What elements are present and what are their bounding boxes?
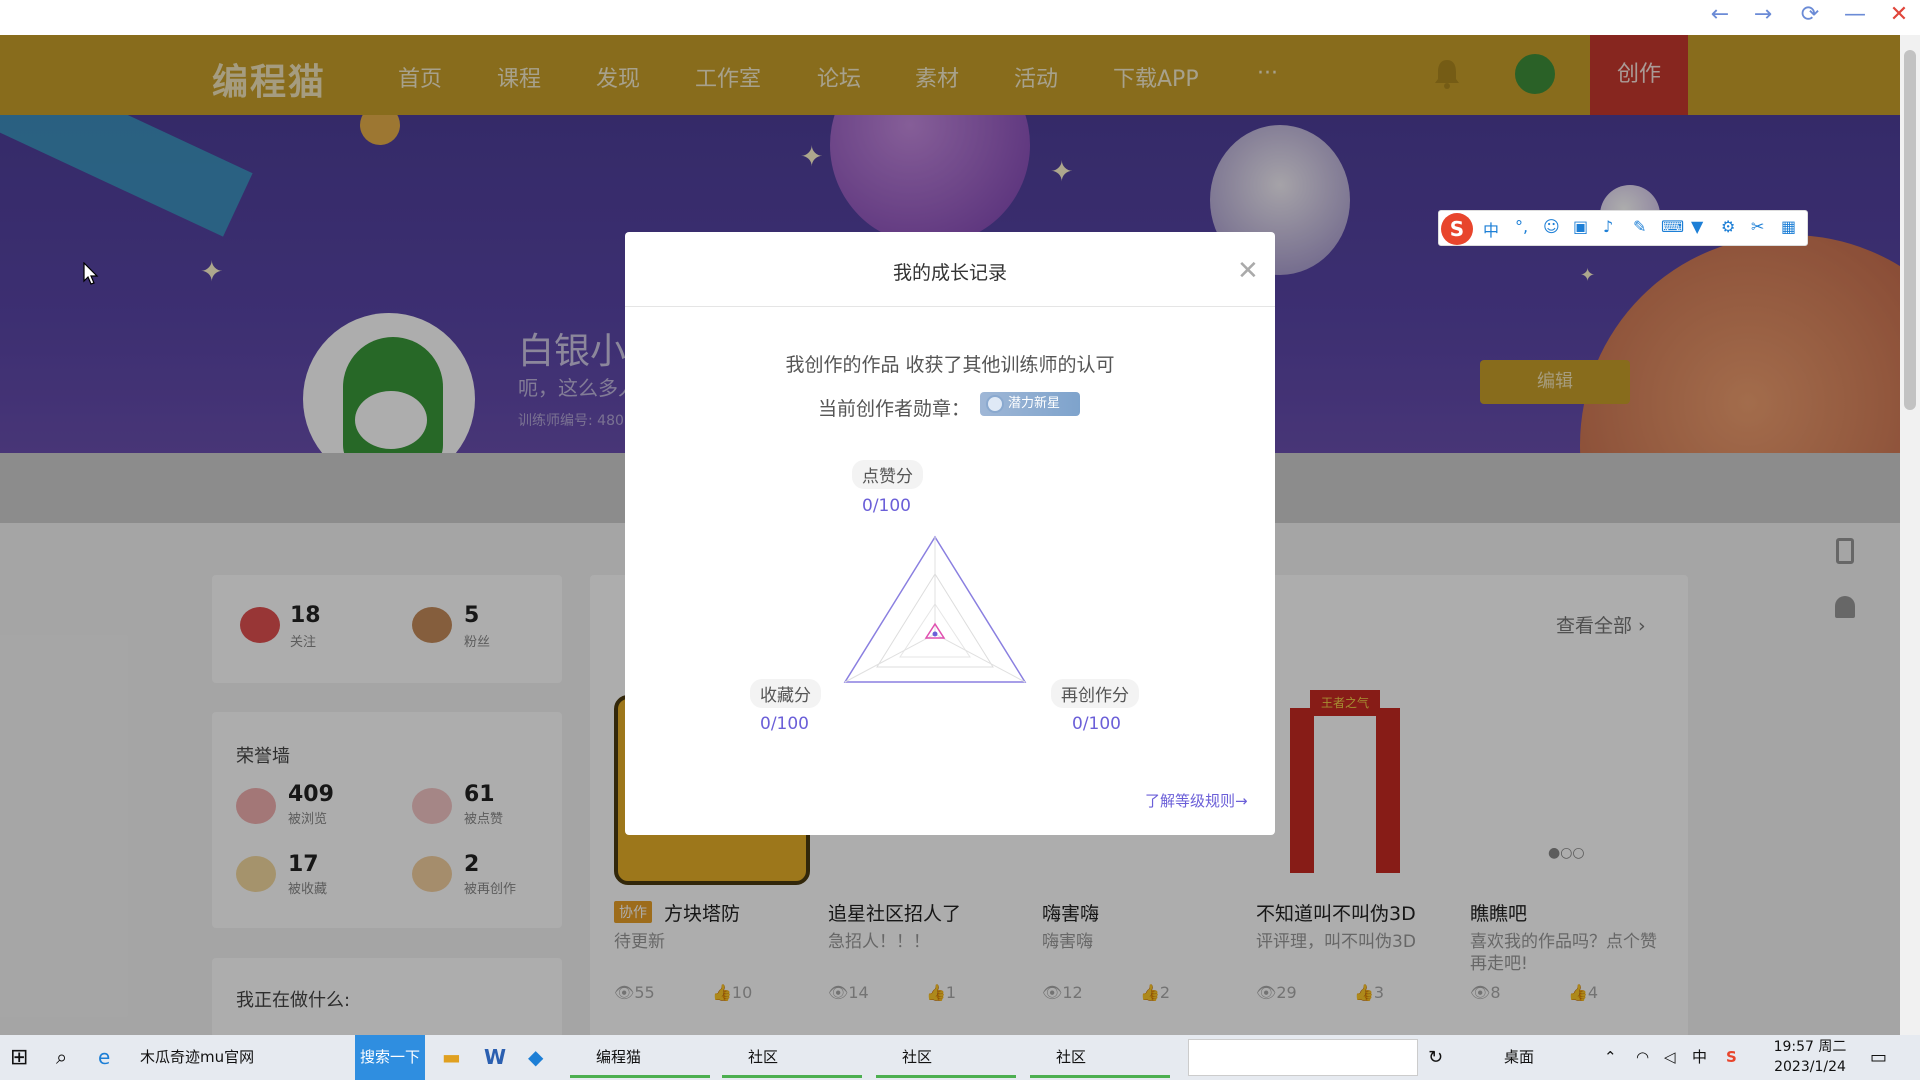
taskbar-app-label: 社区 xyxy=(902,1048,933,1066)
skin-icon[interactable]: ▼ xyxy=(1691,217,1703,236)
likes-score-value: 0/100 xyxy=(862,496,911,516)
volume-icon[interactable]: ◁ xyxy=(1664,1035,1676,1080)
radar-axis xyxy=(934,633,1026,683)
modal-divider xyxy=(625,306,1275,307)
active-indicator xyxy=(876,1075,1016,1078)
taskbar-app-codemao[interactable]: 编程猫 xyxy=(570,1035,710,1080)
taskbar-search-button[interactable]: 搜索一下 xyxy=(355,1035,425,1080)
emoji-icon[interactable]: ☺ xyxy=(1543,217,1560,236)
taskbar-clock[interactable]: 19:57 周二 2023/1/24 xyxy=(1765,1037,1855,1077)
likes-score-label: 点赞分 xyxy=(852,460,923,489)
taskbar-app-label: 编程猫 xyxy=(596,1048,642,1066)
remix-score-label: 再创作分 xyxy=(1051,679,1139,708)
back-icon[interactable]: ← xyxy=(1705,2,1735,27)
taskbar-app-community[interactable]: 社区 xyxy=(1030,1035,1170,1080)
favorites-score-value: 0/100 xyxy=(760,714,809,734)
remix-score-value: 0/100 xyxy=(1072,714,1121,734)
taskbar-app-label: 社区 xyxy=(748,1048,779,1066)
taskbar-app-community[interactable]: 社区 xyxy=(876,1035,1016,1080)
sticker-icon[interactable]: ▣ xyxy=(1573,217,1588,236)
taskbar-search-text[interactable]: 木瓜奇迹mu官网 xyxy=(140,1035,254,1080)
windows-start-icon[interactable]: ⊞ xyxy=(10,1035,28,1080)
radar-chart xyxy=(843,535,1027,683)
word-icon[interactable]: W xyxy=(484,1035,506,1080)
creator-badge: 潜力新星 xyxy=(980,392,1080,416)
desktop-label[interactable]: 桌面 xyxy=(1504,1035,1534,1080)
badge-label: 潜力新星 xyxy=(1008,396,1061,411)
modal-description: 我创作的作品 收获了其他训练师的认可 xyxy=(785,354,1115,376)
ime-toolbar: S 中 °, ☺ ▣ ♪ ✎ ⌨ ▼ ⚙ ✂ ▦ xyxy=(1438,210,1808,246)
close-icon[interactable]: ✕ xyxy=(1884,2,1914,27)
scissors-icon[interactable]: ✂ xyxy=(1751,217,1764,236)
growth-record-modal: 我的成长记录 ✕ 我创作的作品 收获了其他训练师的认可 当前创作者勋章： 潜力新… xyxy=(625,232,1275,835)
file-explorer-icon[interactable]: ▬ xyxy=(442,1035,461,1080)
active-indicator xyxy=(722,1075,862,1078)
mouse-cursor-icon xyxy=(83,262,99,285)
modal-title: 我的成长记录 xyxy=(892,262,1007,284)
refresh-icon[interactable]: ⟳ xyxy=(1795,2,1825,27)
app-icon[interactable]: ◆ xyxy=(528,1035,543,1080)
current-badge-label: 当前创作者勋章： xyxy=(818,398,971,420)
taskbar-app-community[interactable]: 社区 xyxy=(722,1035,862,1080)
sogou-tray-icon[interactable]: S xyxy=(1726,1035,1737,1080)
toolbox-icon[interactable]: ⚙ xyxy=(1721,217,1735,236)
clock-time: 19:57 周二 xyxy=(1773,1039,1847,1055)
badge-icon xyxy=(986,395,1004,413)
keyboard-icon[interactable]: ⌨ xyxy=(1661,217,1684,236)
pen-icon[interactable]: ✎ xyxy=(1633,217,1646,236)
clock-date: 2023/1/24 xyxy=(1774,1059,1846,1075)
sogou-logo-icon[interactable]: S xyxy=(1441,213,1473,245)
forward-icon[interactable]: → xyxy=(1748,2,1778,27)
punctuation-icon[interactable]: °, xyxy=(1515,217,1528,236)
taskbar-app-label: 社区 xyxy=(1056,1048,1087,1066)
microphone-icon[interactable]: ♪ xyxy=(1603,217,1613,236)
active-indicator xyxy=(1030,1075,1170,1078)
search-icon[interactable]: ⌕ xyxy=(56,1035,67,1080)
apps-icon[interactable]: ▦ xyxy=(1781,217,1796,236)
network-icon[interactable]: ◠ xyxy=(1636,1035,1649,1080)
ie-browser-icon[interactable]: e xyxy=(98,1035,110,1080)
refresh-icon[interactable]: ↻ xyxy=(1428,1035,1443,1080)
windows-taskbar: ⊞ ⌕ e 木瓜奇迹mu官网 搜索一下 ▬ W ◆ 编程猫 社区 社区 社区 ↻… xyxy=(0,1035,1920,1080)
radar-axis xyxy=(844,633,936,683)
action-center-icon[interactable]: ▭ xyxy=(1870,1035,1887,1080)
browser-titlebar: ← → ⟳ — ✕ xyxy=(0,0,1920,35)
tray-chevron-icon[interactable]: ⌃ xyxy=(1604,1035,1617,1080)
input-method-icon[interactable]: 中 xyxy=(1692,1035,1707,1080)
minimize-icon[interactable]: — xyxy=(1840,2,1870,27)
active-indicator xyxy=(570,1075,710,1078)
scrollbar-thumb[interactable] xyxy=(1904,50,1916,410)
address-input[interactable] xyxy=(1188,1039,1418,1076)
ime-language[interactable]: 中 xyxy=(1483,217,1499,241)
radar-center xyxy=(932,631,938,637)
level-rules-link[interactable]: 了解等级规则→ xyxy=(1145,790,1248,811)
close-icon[interactable]: ✕ xyxy=(1237,256,1259,286)
favorites-score-label: 收藏分 xyxy=(750,679,821,708)
